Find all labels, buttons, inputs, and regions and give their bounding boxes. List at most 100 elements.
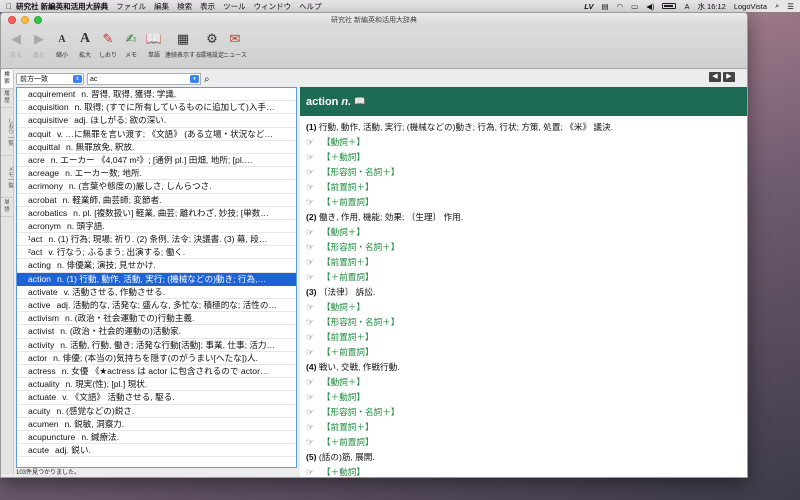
menu-help[interactable]: ヘルプ — [299, 1, 322, 12]
list-item[interactable]: activism n. (政治・社会運動での)行動主義. — [17, 312, 296, 326]
apple-menu-icon[interactable]:  — [6, 2, 16, 11]
back-button[interactable]: ◀ 戻る — [5, 29, 27, 59]
menu-edit[interactable]: 編集 — [154, 1, 169, 12]
next-entry-icon[interactable]: ▶ — [723, 72, 735, 82]
word-button[interactable]: 📖 単語 — [143, 29, 165, 59]
list-item-headword: activity — [28, 339, 55, 350]
list-item[interactable]: ¹act n. (1) 行為; 現場; 祈り. (2) 条例, 法令; 決議書. … — [17, 233, 296, 247]
list-item[interactable]: actuality n. 現実(性); [pl.] 現状. — [17, 378, 296, 392]
list-item[interactable]: acreage n. エーカー数; 地所. — [17, 167, 296, 181]
enlarge-font-button[interactable]: A 拡大 — [74, 29, 96, 59]
list-item-headword: acrobatics — [28, 207, 68, 218]
collocation-link[interactable]: ☞ 【形容詞・名詞＋】 — [306, 240, 742, 255]
collocation-link[interactable]: ☞ 【＋前置詞】 — [306, 270, 742, 285]
collocation-link[interactable]: ☞ 【動詞＋】 — [306, 375, 742, 390]
spotlight-icon[interactable]: ⌕ — [775, 1, 779, 11]
collocation-link[interactable]: ☞ 【前置詞＋】 — [306, 330, 742, 345]
list-item-headword: acreage — [28, 168, 60, 179]
menu-file[interactable]: ファイル — [116, 1, 146, 12]
menu-clock[interactable]: 水 16:12 — [697, 1, 725, 12]
list-item[interactable]: activist n. (政治・社会的運動の)活動家. — [17, 325, 296, 339]
clipboard-icon[interactable]: ▤ — [601, 2, 608, 11]
list-item[interactable]: acute adj. 鋭い. — [17, 444, 296, 458]
list-item[interactable]: acquit v. …に無罪を言い渡す; 《文語》 (ある立場・状況など… — [17, 128, 296, 141]
news-button[interactable]: ✉ ニュース — [223, 29, 247, 59]
list-item[interactable]: action n. (1) 行動, 動作, 活動, 実行; (機械などの)動き; … — [17, 272, 296, 286]
list-item[interactable]: acronym n. 頭字語. — [17, 220, 296, 234]
continuous-display-button[interactable]: ▦ 連続表示する — [165, 29, 201, 59]
menu-app-name[interactable]: 研究社 新編英和活用大辞典 — [16, 1, 108, 12]
menu-window[interactable]: ウィンドウ — [254, 1, 292, 12]
collocation-link[interactable]: ☞ 【動詞＋】 — [306, 300, 742, 315]
search-input[interactable]: ac ▾ — [87, 73, 201, 85]
list-item[interactable]: acquirement n. 習得, 取得, 獲得; 学識. — [17, 88, 296, 102]
shrink-font-button[interactable]: A 縮小 — [51, 29, 73, 60]
list-item[interactable]: acquittal n. 無罪放免, 釈放. — [17, 141, 296, 154]
search-mode-value: 前方一致 — [20, 76, 48, 83]
list-item[interactable]: actuate v. 《文語》 活動させる, 駆る. — [17, 391, 296, 405]
list-item[interactable]: actress n. 女優 《★actress は actor に包含されるので … — [17, 365, 296, 379]
collocation-link[interactable]: ☞ 【前置詞＋】 — [306, 255, 742, 270]
collocation-link[interactable]: ☞ 【形容詞・名詞＋】 — [306, 315, 742, 330]
collocation-link[interactable]: ☞ 【＋前置詞】 — [306, 345, 742, 360]
list-item[interactable]: activate v. 活動させる, 作動させる. — [17, 286, 296, 299]
entry-headword: action — [306, 95, 339, 108]
collocation-link[interactable]: ☞ 【＋前置詞】 — [306, 435, 742, 450]
close-button[interactable] — [8, 16, 16, 24]
search-icon[interactable]: ⌕ — [204, 74, 210, 85]
collocation-link[interactable]: ☞ 【＋動詞】 — [306, 150, 742, 165]
list-item-definition: n. 鋭敏, 洞察力. — [64, 418, 125, 429]
list-item[interactable]: acrobat n. 軽業師, 曲芸師; 変節者. — [17, 194, 296, 207]
menu-user-name[interactable]: LogoVista — [734, 2, 767, 11]
volume-icon[interactable]: ◀) — [646, 2, 654, 11]
collocation-link[interactable]: ☞ 【形容詞・名詞＋】 — [306, 405, 742, 420]
list-item[interactable]: acquisitive adj. ほしがる; 欲の深い. — [17, 114, 296, 128]
input-source-icon[interactable]: A — [684, 2, 689, 11]
airplay-icon[interactable]: ▭ — [631, 2, 638, 11]
collocation-link[interactable]: ☞ 【動詞＋】 — [306, 225, 742, 240]
collocation-link[interactable]: ☞ 【前置詞＋】 — [306, 180, 742, 195]
minimize-button[interactable] — [21, 16, 29, 24]
list-item[interactable]: ²act v. 行なう; ふるまう; 出演する; 働く. — [17, 246, 296, 260]
collocation-link[interactable]: ☞ 【＋動詞】 — [306, 390, 742, 405]
tab-words[interactable]: 単 語 — [1, 198, 13, 217]
list-item[interactable]: acumen n. 鋭敏, 洞察力. — [17, 418, 296, 431]
list-item[interactable]: acquisition n. 取得; (すでに所有しているものに追加して)入手… — [17, 101, 296, 115]
menu-tools[interactable]: ツール — [223, 1, 246, 12]
notification-center-icon[interactable]: ☰ — [787, 2, 794, 11]
battery-icon[interactable] — [662, 3, 677, 9]
list-item[interactable]: active adj. 活動的な, 活発な; 盛んな, 多忙な; 積極的な; 活性… — [17, 299, 296, 313]
collocation-link[interactable]: ☞ 【前置詞＋】 — [306, 420, 742, 435]
list-item[interactable]: acrobatics n. pl. [複数扱い] 軽業, 曲芸; 離れわざ, 妙技… — [17, 207, 296, 220]
search-query-value: ac — [90, 75, 98, 83]
memo-button[interactable]: ✍ メモ — [120, 29, 142, 59]
list-item[interactable]: acuity n. (感覚などの)鋭さ. — [17, 405, 296, 418]
list-item[interactable]: acrimony n. (言葉や態度の)厳しさ, しんらつさ. — [17, 180, 296, 194]
headword-list[interactable]: acquirement n. 習得, 取得, 獲得; 学識. acquisition… — [16, 87, 297, 468]
list-item[interactable]: activity n. 活動, 行動, 働き; 活発な行動[活動]; 事業, 仕事… — [17, 339, 296, 352]
menu-view[interactable]: 表示 — [200, 1, 215, 12]
preferences-button[interactable]: ⚙ 環境設定 — [200, 29, 224, 59]
logovista-status-icon[interactable]: LV — [584, 2, 593, 11]
collocation-link[interactable]: ☞ 【＋動詞】 — [306, 465, 742, 477]
list-item[interactable]: acting n. 俳優業; 演技; 見せかけ. — [17, 259, 296, 273]
wifi-icon[interactable]: ◠ — [617, 2, 624, 11]
forward-button[interactable]: ▶ 進む — [28, 29, 50, 59]
search-mode-select[interactable]: 前方一致 ⇕ — [16, 73, 84, 85]
previous-entry-icon[interactable]: ◀ — [709, 72, 721, 82]
list-item[interactable]: acupuncture n. 鍼療法. — [17, 431, 296, 445]
collocation-link[interactable]: ☞ 【＋前置詞】 — [306, 195, 742, 210]
collocation-link[interactable]: ☞ 【動詞＋】 — [306, 135, 742, 150]
tab-history[interactable]: 履 歴 — [1, 89, 13, 108]
bookmark-button[interactable]: ✎ しおり — [97, 29, 119, 59]
tab-bookmarks[interactable]: しおり一覧 — [1, 108, 13, 156]
zoom-button[interactable] — [34, 16, 42, 24]
tab-search[interactable]: 検 索 — [1, 70, 13, 89]
list-item[interactable]: acre n. エーカー 《4,047 m²》; [通例 pl.] 田畑, 地所;… — [17, 154, 296, 168]
menu-search[interactable]: 検索 — [177, 1, 192, 12]
tab-memos[interactable]: メモ一覧 — [1, 156, 13, 198]
list-item[interactable]: actor n. 俳優; (本当の)気持ちを隠す(のがうまい[へたな])人. — [17, 352, 296, 365]
entry-pane[interactable]: action n. 📖 (1) 行動, 動作, 活動, 実行; (機械などの)動… — [300, 87, 747, 477]
collocation-link[interactable]: ☞ 【形容詞・名詞＋】 — [306, 165, 742, 180]
pointing-hand-icon: ☞ — [306, 377, 315, 387]
